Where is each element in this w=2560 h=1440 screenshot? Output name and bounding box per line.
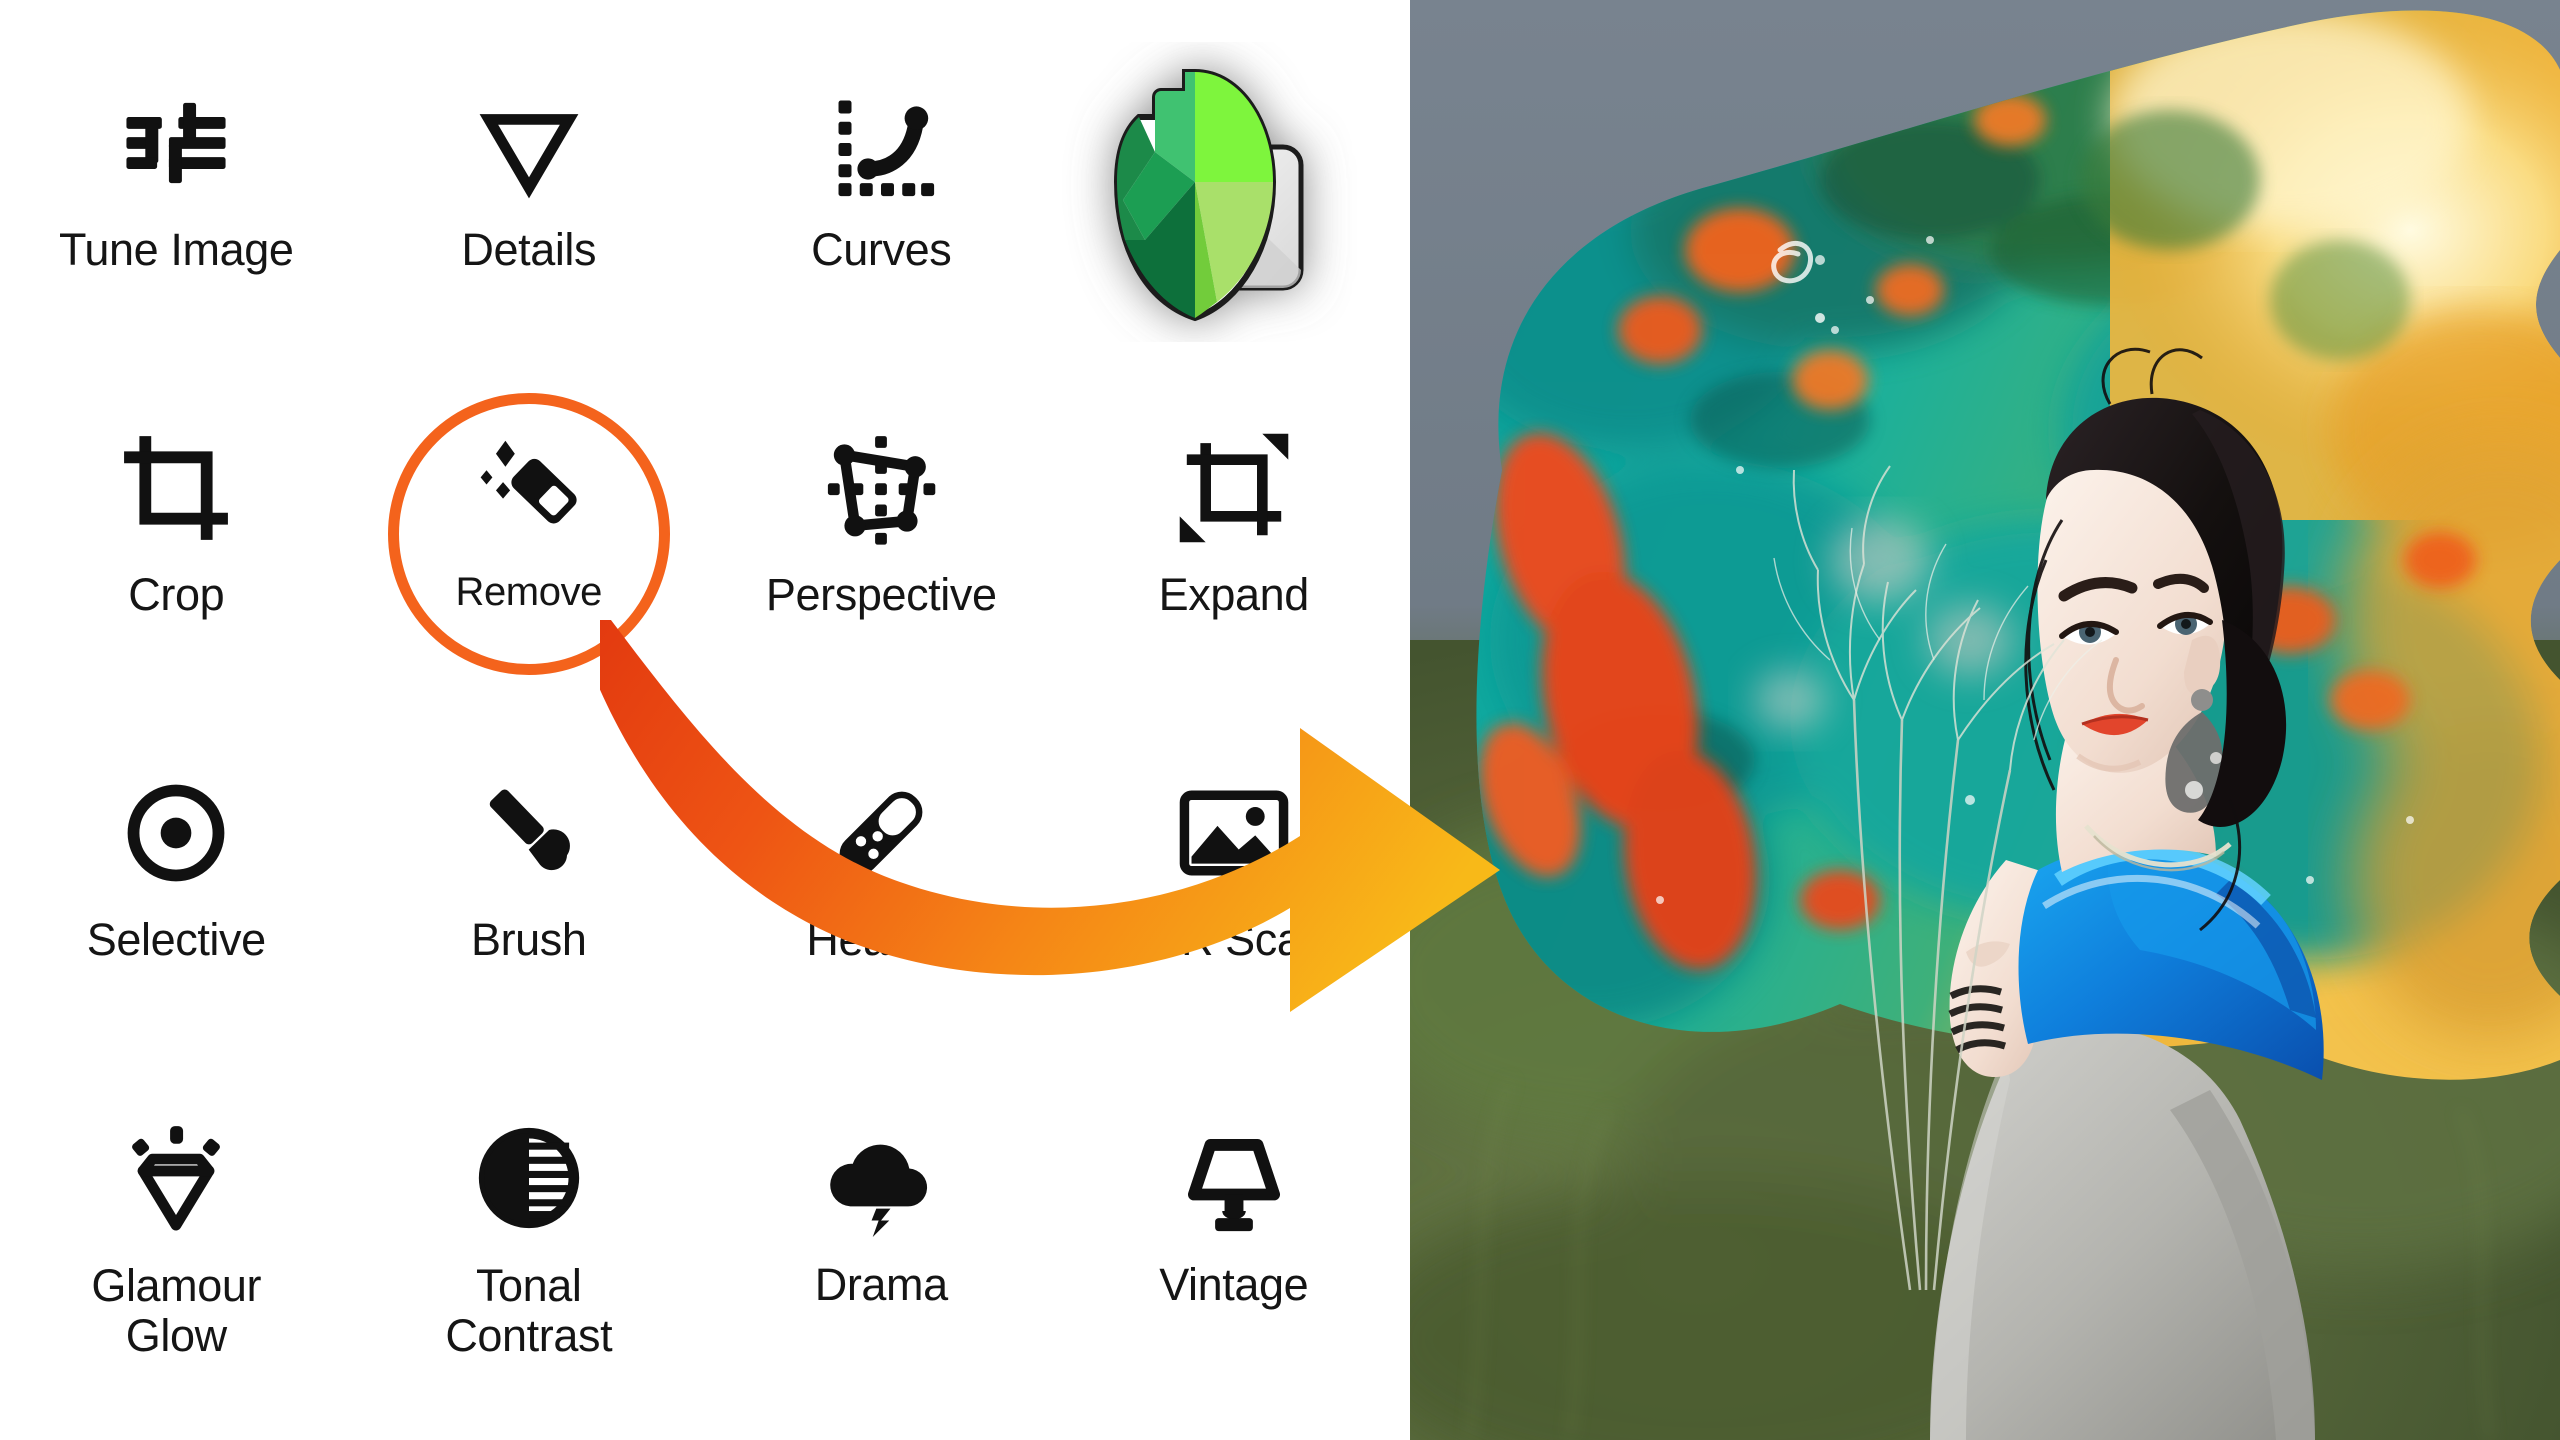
tool-label: Glamour Glow [91,1260,262,1362]
snapseed-leaf-logo [1047,42,1377,342]
tool-details[interactable]: Details [353,46,706,391]
tool-expand[interactable]: Expand [1058,391,1411,736]
edited-portrait-photo [1410,0,2560,1440]
expand-crop-icon [1175,429,1293,547]
contrast-circle-icon [470,1119,588,1237]
triangle-down-icon [470,84,588,202]
bandage-icon [822,774,940,892]
screenshot-root: Tune Image Details Curves Crop Remove Pe… [0,0,2560,1440]
tool-label: Selective [86,914,266,965]
target-dot-icon [117,774,235,892]
tool-healing[interactable]: Healing [705,736,1058,1081]
tool-tonal-contrast[interactable]: Tonal Contrast [353,1081,706,1426]
tool-label: Vintage [1159,1259,1309,1310]
sliders-icon [117,84,235,202]
tool-vintage[interactable]: Vintage [1058,1081,1411,1426]
tool-glamour-glow[interactable]: Glamour Glow [0,1081,353,1426]
curves-icon [822,84,940,202]
tool-perspective[interactable]: Perspective [705,391,1058,736]
tool-label: Crop [128,569,225,620]
crop-icon [117,429,235,547]
paintbrush-icon [470,774,588,892]
tool-label: Tune Image [59,224,294,275]
tool-label: Drama [814,1259,948,1310]
tool-drama[interactable]: Drama [705,1081,1058,1426]
table-lamp-icon [1175,1119,1293,1237]
tools-panel: Tune Image Details Curves Crop Remove Pe… [0,0,1500,1440]
perspective-icon [822,429,940,547]
tool-tune-image[interactable]: Tune Image [0,46,353,391]
hdr-icon [1175,774,1293,892]
tool-label: HDR Scape [1116,914,1351,965]
tool-label: Curves [811,224,952,275]
tool-crop[interactable]: Crop [0,391,353,736]
tool-label: Tonal Contrast [445,1260,613,1362]
tool-label: Healing [806,914,957,965]
tool-label: Brush [470,914,587,965]
eraser-sparkle-icon [470,429,588,547]
tool-brush[interactable]: Brush [353,736,706,1081]
diamond-sparkle-icon [117,1119,235,1237]
tool-label: Details [461,224,597,275]
tool-label: Remove [455,570,603,614]
tool-hdr-scape[interactable]: HDR Scape [1058,736,1411,1081]
tool-curves[interactable]: Curves [705,46,1058,391]
tool-label: Perspective [765,569,997,620]
storm-cloud-icon [822,1119,940,1237]
tool-remove[interactable]: Remove [353,391,706,736]
tool-label: Expand [1158,569,1310,620]
tool-selective[interactable]: Selective [0,736,353,1081]
